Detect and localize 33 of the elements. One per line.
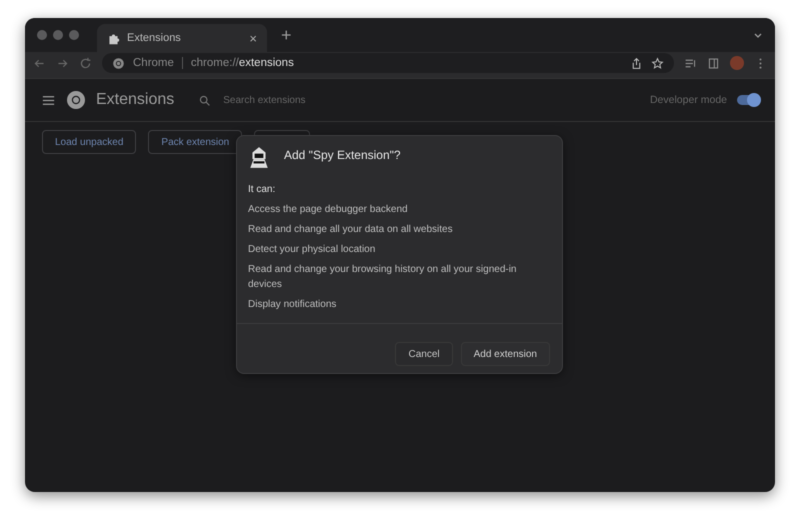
permission-text: Read and change your browsing history on all your signed-in devices	[248, 263, 518, 292]
permission-text: Display notifications	[248, 298, 338, 312]
minimize-window-icon[interactable]	[53, 30, 63, 40]
star-icon[interactable]	[651, 56, 664, 70]
url-text: chrome://extensions	[190, 57, 294, 69]
tab-title: Extensions	[127, 32, 182, 44]
site-label: Chrome	[133, 57, 174, 69]
address-bar[interactable]: Chrome chrome://extensions	[102, 53, 674, 73]
dialog-title: Add "Spy Extension"?	[284, 147, 401, 162]
toolbar-button[interactable]: Load unpacked	[42, 130, 136, 154]
browser-tab[interactable]: Extensions ×	[97, 24, 267, 52]
puzzle-icon	[107, 32, 120, 44]
permission-text: Access the page debugger backend	[248, 203, 409, 217]
dialog-intro: It can:	[248, 184, 276, 195]
zoom-window-icon[interactable]	[69, 30, 79, 40]
new-tab-button[interactable]: +	[281, 24, 292, 46]
add-extension-button[interactable]: Add extension	[460, 342, 550, 366]
media-list-icon[interactable]	[684, 56, 697, 70]
side-panel-icon[interactable]	[707, 56, 720, 70]
tab-close-button[interactable]: ×	[249, 30, 257, 46]
search-field[interactable]: Search extensions	[221, 94, 498, 106]
cancel-button[interactable]: Cancel	[395, 342, 453, 366]
search-icon	[198, 94, 212, 106]
chrome-logo-icon	[66, 90, 86, 110]
developer-mode-toggle[interactable]	[737, 95, 759, 105]
chrome-logo-icon	[112, 56, 125, 70]
reload-icon[interactable]	[79, 56, 92, 70]
page-title: Extensions	[96, 91, 174, 109]
share-icon[interactable]	[630, 56, 643, 70]
permission-text: Read and change all your data on all websites	[248, 223, 454, 237]
developer-mode-label: Developer mode	[650, 94, 727, 106]
close-window-icon[interactable]	[37, 30, 47, 40]
permission-text: Detect your physical location	[248, 243, 376, 257]
